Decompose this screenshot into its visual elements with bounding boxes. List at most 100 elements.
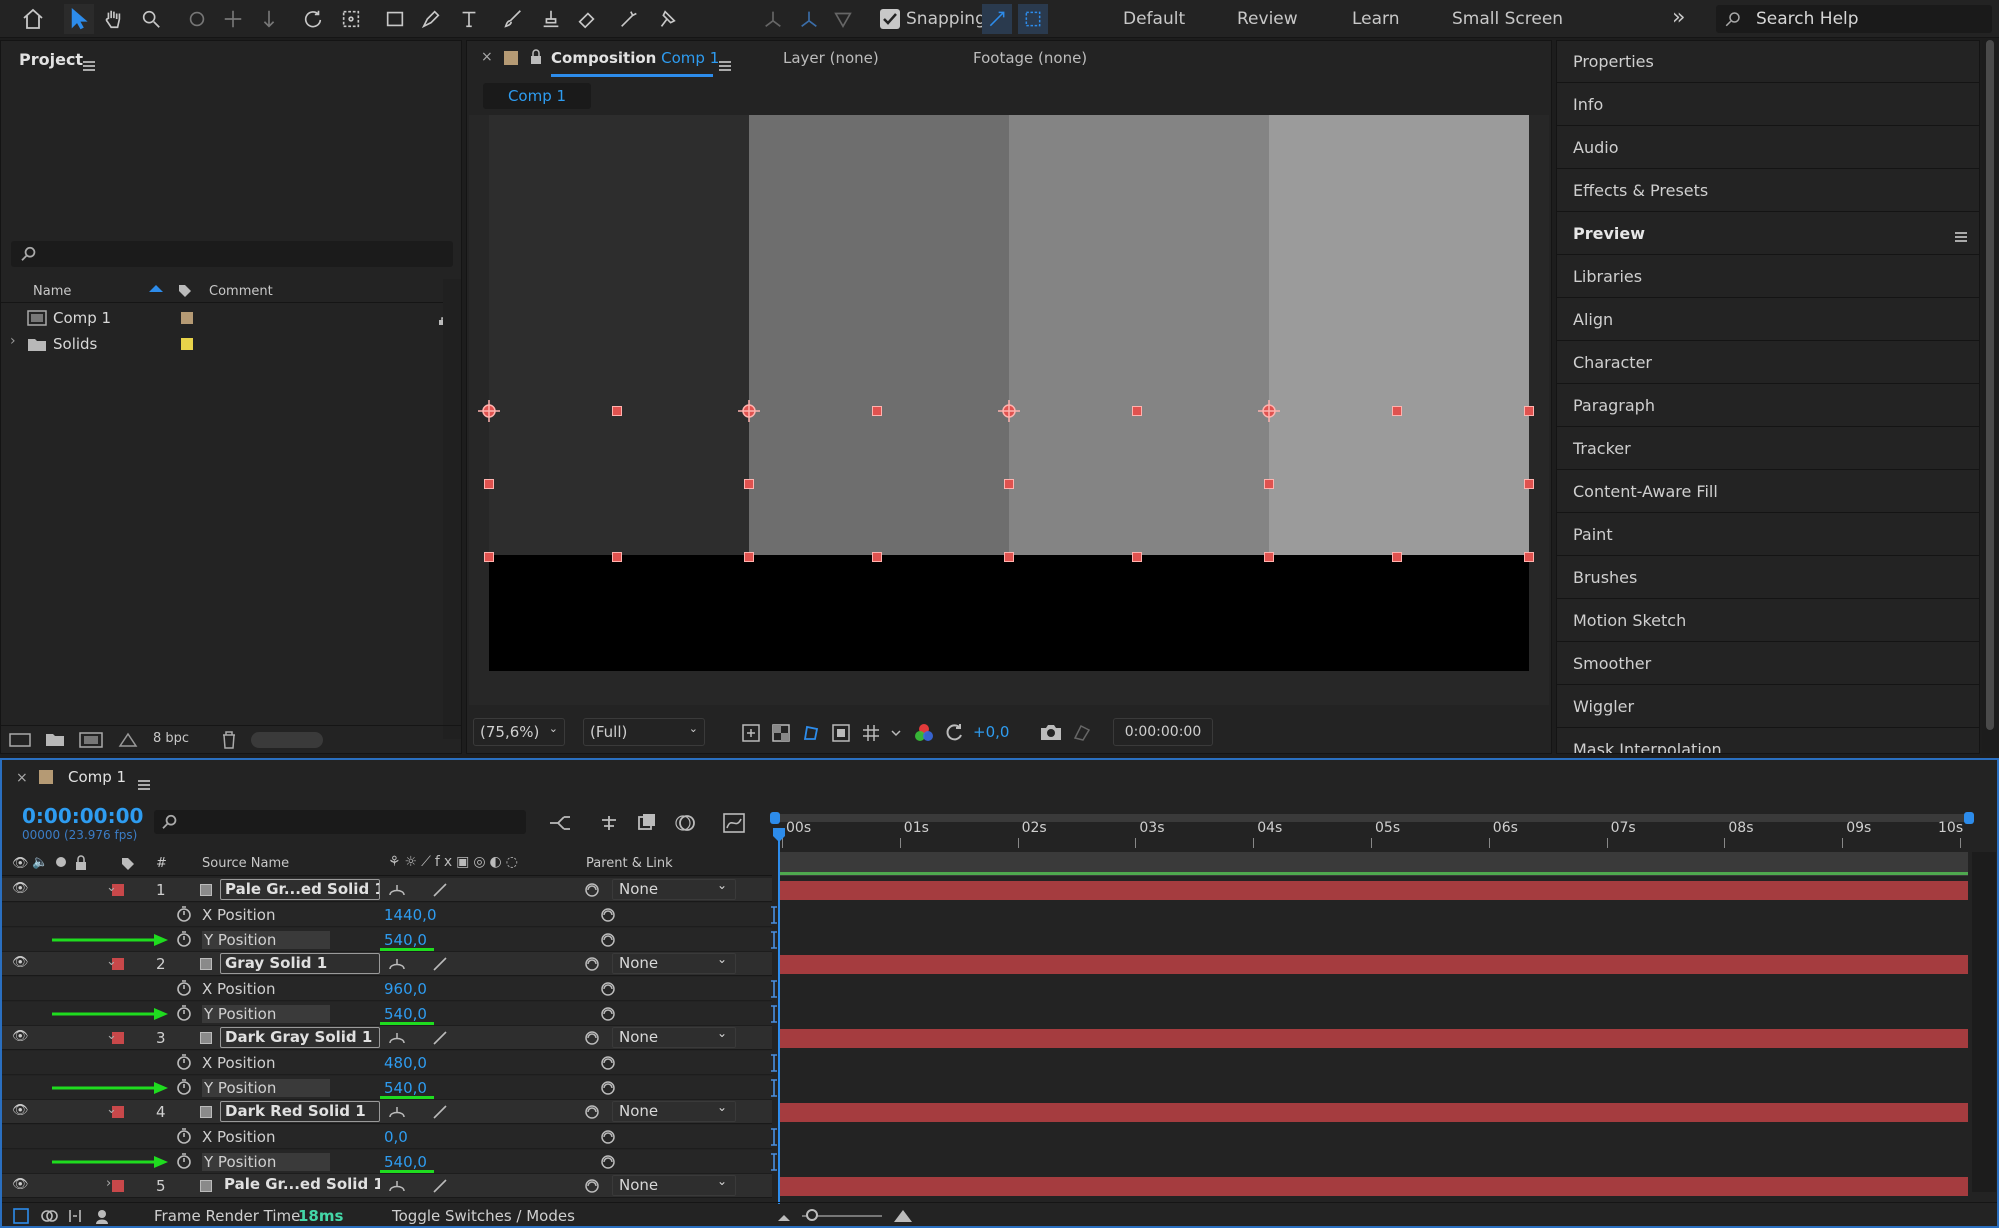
parent-pickwhip-icon[interactable]: [584, 1178, 600, 1194]
keyframe-marker-icon[interactable]: [770, 905, 778, 925]
expand-chevron-icon[interactable]: ⌄: [106, 1102, 117, 1117]
panel-preview[interactable]: Preview: [1557, 213, 1979, 255]
current-time-display[interactable]: 0:00:00:00: [1113, 718, 1213, 746]
layer-label-swatch[interactable]: [112, 1180, 124, 1192]
expand-chevron-icon[interactable]: ⌄: [106, 954, 117, 969]
pen-tool-icon[interactable]: [416, 4, 446, 34]
layer-tab[interactable]: Layer (none): [783, 49, 879, 67]
timeline-tab-name[interactable]: Comp 1: [68, 768, 126, 786]
layer-duration-bar[interactable]: [780, 1177, 1968, 1196]
motion-blur-icon[interactable]: [674, 812, 696, 834]
timeline-search-input[interactable]: [154, 810, 526, 834]
layer-duration-bar[interactable]: [780, 1103, 1968, 1122]
column-source-name[interactable]: Source Name: [202, 856, 289, 871]
annotation-arrow-icon[interactable]: [50, 933, 170, 947]
layer-handle[interactable]: [612, 552, 622, 562]
annotation-arrow-icon[interactable]: [50, 1155, 170, 1169]
timeline-scrollbar[interactable]: [1972, 852, 1996, 1192]
playhead-line[interactable]: [778, 828, 780, 1204]
interpret-footage-icon[interactable]: [9, 731, 31, 749]
shy-switch-icon[interactable]: [388, 883, 406, 897]
quality-switch-icon[interactable]: [432, 882, 448, 898]
expression-pickwhip-icon[interactable]: [600, 1006, 616, 1022]
snap-features-icon[interactable]: [1018, 4, 1048, 34]
project-settings-icon[interactable]: [117, 731, 139, 749]
parent-dropdown[interactable]: None ⌄: [612, 878, 736, 900]
thumbnail-size-slider[interactable]: [251, 732, 323, 748]
stopwatch-icon[interactable]: [176, 1152, 192, 1170]
panel-properties[interactable]: Properties: [1557, 41, 1979, 83]
keyframe-marker-icon[interactable]: [770, 1152, 778, 1172]
trash-icon[interactable]: [221, 730, 237, 750]
roto-brush-icon[interactable]: [614, 4, 644, 34]
workspace-learn[interactable]: Learn: [1352, 9, 1400, 29]
property-value[interactable]: 540,0: [384, 1153, 427, 1171]
panel-mask-interpolation[interactable]: Mask Interpolation: [1557, 729, 1979, 753]
puppet-pin-icon[interactable]: [652, 4, 682, 34]
layer-name-field[interactable]: Dark Gray Solid 1: [220, 1027, 380, 1048]
selection-tool-icon[interactable]: [64, 4, 94, 34]
comp-canvas[interactable]: [478, 115, 1534, 671]
show-snapshot-icon[interactable]: [1071, 722, 1093, 742]
zoom-dropdown[interactable]: (75,6%) ⌄: [473, 718, 565, 746]
stopwatch-icon[interactable]: [176, 905, 192, 923]
navigator-end-handle[interactable]: [1964, 812, 1974, 824]
viewer-area[interactable]: [469, 115, 1549, 705]
toggle-switches-modes[interactable]: Toggle Switches / Modes: [392, 1207, 575, 1225]
reset-exposure-icon[interactable]: [943, 722, 965, 744]
quality-switch-icon[interactable]: [432, 1104, 448, 1120]
layer-row[interactable]: 👁 ⌄ 2 Gray Solid 1 None ⌄: [2, 952, 772, 976]
layer-handle[interactable]: [744, 479, 754, 489]
column-name[interactable]: Name: [33, 284, 71, 299]
lock-icon[interactable]: [529, 49, 543, 65]
resolution-dropdown[interactable]: (Full) ⌄: [583, 718, 705, 746]
solid-pale-gray[interactable]: [1269, 115, 1529, 555]
home-icon[interactable]: [18, 4, 48, 34]
stopwatch-icon[interactable]: [176, 1004, 192, 1022]
layer-handle[interactable]: [1264, 552, 1274, 562]
keyframe-marker-icon[interactable]: [770, 1078, 778, 1098]
project-scrollbar[interactable]: [443, 279, 461, 739]
pan-camera-icon[interactable]: [218, 4, 248, 34]
close-tab-icon[interactable]: ×: [16, 770, 28, 786]
expression-pickwhip-icon[interactable]: [600, 1080, 616, 1096]
workspace-default[interactable]: Default: [1123, 9, 1185, 29]
navigator-track[interactable]: [774, 814, 1970, 822]
label-tag-icon[interactable]: [120, 856, 136, 872]
timeline-current-time[interactable]: 0:00:00:00: [22, 804, 143, 828]
quality-switch-icon[interactable]: [432, 1178, 448, 1194]
in-out-icon[interactable]: [66, 1207, 84, 1225]
parent-dropdown[interactable]: None ⌄: [612, 952, 736, 974]
composition-menu-icon[interactable]: [719, 60, 731, 71]
property-value[interactable]: 960,0: [384, 980, 427, 998]
timeline-menu-icon[interactable]: [138, 779, 150, 790]
snap-edges-icon[interactable]: [982, 4, 1012, 34]
expression-pickwhip-icon[interactable]: [600, 907, 616, 923]
brush-tool-icon[interactable]: [498, 4, 528, 34]
expression-pickwhip-icon[interactable]: [600, 1154, 616, 1170]
expand-chevron-icon[interactable]: ⌄: [106, 880, 117, 895]
keyframe-marker-icon[interactable]: [770, 979, 778, 999]
property-value[interactable]: 1440,0: [384, 906, 437, 924]
eye-icon[interactable]: 👁: [12, 1103, 29, 1118]
parent-dropdown[interactable]: None ⌄: [612, 1026, 736, 1048]
zoom-out-icon[interactable]: [776, 1209, 792, 1223]
bit-depth-toggle[interactable]: 8 bpc: [153, 731, 189, 746]
comp-navigator-tab[interactable]: Comp 1: [483, 83, 591, 109]
layer-handle[interactable]: [1264, 479, 1274, 489]
eye-icon[interactable]: 👁: [12, 856, 29, 871]
time-ruler-tick[interactable]: 01s: [904, 820, 929, 836]
project-panel-title[interactable]: Project: [19, 50, 83, 69]
time-ruler-tick[interactable]: 09s: [1846, 820, 1871, 836]
clone-stamp-icon[interactable]: [536, 4, 566, 34]
parent-dropdown[interactable]: None ⌄: [612, 1100, 736, 1122]
project-menu-icon[interactable]: [83, 60, 95, 71]
property-value[interactable]: 540,0: [384, 931, 427, 949]
quality-switch-icon[interactable]: [432, 956, 448, 972]
zoom-tool-icon[interactable]: [136, 4, 166, 34]
layer-switches-icon[interactable]: [12, 1207, 30, 1225]
stopwatch-icon[interactable]: [176, 1078, 192, 1096]
work-area-bar[interactable]: [780, 852, 1968, 876]
anchor-point-icon[interactable]: [998, 400, 1020, 422]
graph-editor-icon[interactable]: [722, 812, 746, 834]
